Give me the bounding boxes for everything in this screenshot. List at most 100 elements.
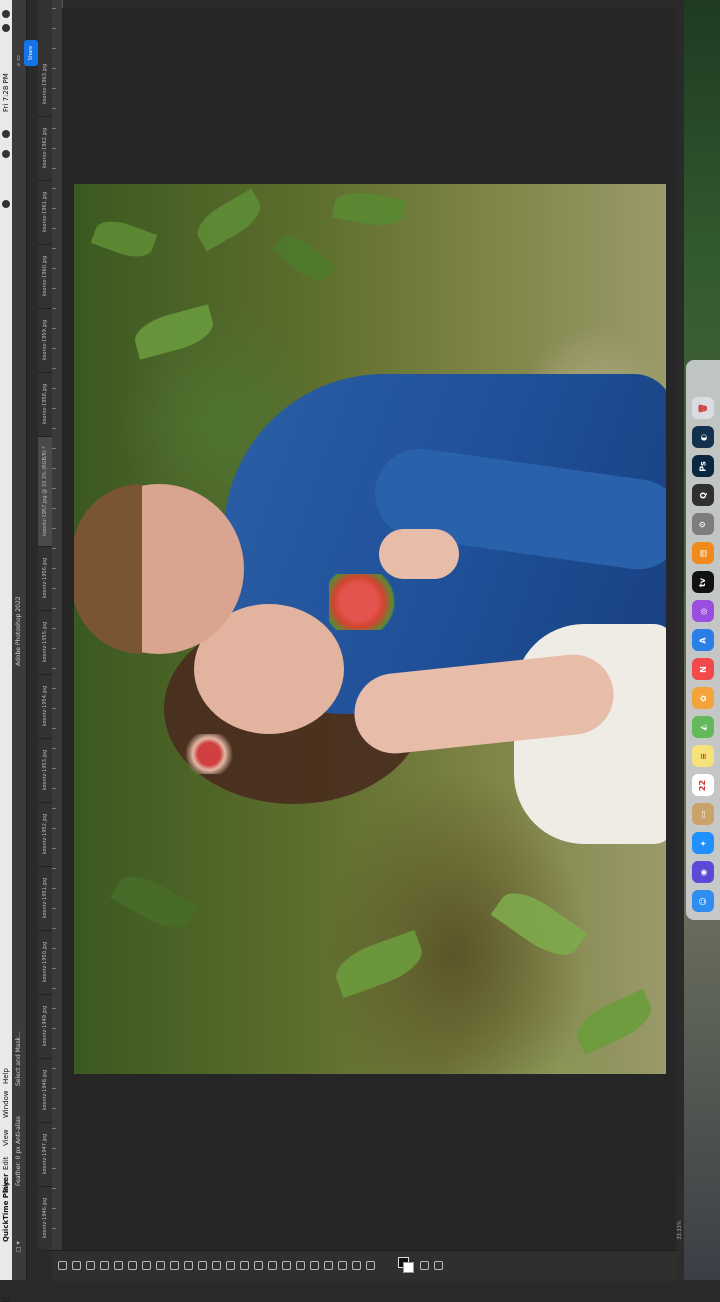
document-tab-label: koontz-1963.jpg (42, 63, 48, 105)
move-tool-icon[interactable] (58, 1261, 67, 1270)
ruler-tick (52, 948, 56, 949)
quick-mask-icon[interactable] (420, 1261, 429, 1270)
document-tab[interactable]: koontz-1959.jpg (38, 308, 52, 373)
screen-mode-icon[interactable] (434, 1261, 443, 1270)
zoom-tool-icon[interactable] (338, 1261, 347, 1270)
frame-tool-icon[interactable] (128, 1261, 137, 1270)
menubar-extra-icon[interactable] (2, 200, 10, 208)
ruler-tick (52, 748, 56, 749)
eraser-tool-icon[interactable] (212, 1261, 221, 1270)
news-icon[interactable]: N (692, 658, 714, 680)
document-tab[interactable]: koontz-1962.jpg (38, 116, 52, 181)
ruler-tick (52, 888, 56, 889)
wedding-photo[interactable] (74, 184, 666, 1074)
quicktime-icon[interactable]: Q (692, 484, 714, 506)
path-selection-tool-icon[interactable] (296, 1261, 305, 1270)
ruler-tick (52, 348, 56, 349)
gradient-tool-icon[interactable] (226, 1261, 235, 1270)
podcasts-icon[interactable]: ◎ (692, 600, 714, 622)
books-icon[interactable]: ▤ (692, 542, 714, 564)
safari-icon[interactable]: ✦ (692, 832, 714, 854)
hand-tool-icon[interactable] (324, 1261, 333, 1270)
ruler-tick (52, 508, 56, 509)
ruler-tick (52, 308, 56, 309)
document-tab[interactable]: koontz-1947.jpg (38, 1122, 52, 1187)
document-tab[interactable]: koontz-1955.jpg (38, 610, 52, 675)
system-preferences-icon[interactable]: ⚙ (692, 513, 714, 535)
ruler-tick (52, 8, 56, 9)
document-tab-bar: koontz-1946.jpg koontz-1947.jpg koontz-194… (38, 0, 53, 1251)
notes-pad-icon[interactable]: ≡ (692, 745, 714, 767)
siri-menubar-icon[interactable] (2, 24, 10, 32)
photos-icon[interactable]: ✿ (692, 687, 714, 709)
color-swatches[interactable] (398, 1257, 414, 1273)
document-tab[interactable]: koontz-1950.jpg (38, 930, 52, 995)
battery-icon[interactable] (2, 150, 10, 158)
ruler-tick (52, 1128, 56, 1129)
siri-icon[interactable]: ◉ (692, 861, 714, 883)
blur-tool-icon[interactable] (240, 1261, 249, 1270)
document-tab[interactable]: koontz-1963.jpg (38, 52, 52, 117)
dock-icon-glyph: ◭ (698, 723, 708, 731)
maps-icon[interactable]: ◭ (692, 716, 714, 738)
share-label: Share (28, 45, 34, 61)
finder-icon[interactable]: ☺ (692, 890, 714, 912)
document-tab[interactable]: koontz-1946.jpg (38, 1186, 52, 1251)
shape-tool-icon[interactable] (310, 1261, 319, 1270)
lightroom-icon[interactable]: ◐ (692, 426, 714, 448)
ruler-tick (52, 868, 56, 869)
foliage (90, 214, 158, 264)
pen-tool-icon[interactable] (268, 1261, 277, 1270)
ruler-tick (52, 768, 56, 769)
wifi-icon[interactable] (2, 130, 10, 138)
history-brush-tool-icon[interactable] (198, 1261, 207, 1270)
eyedropper-tool-icon[interactable] (142, 1261, 151, 1270)
control-center-icon[interactable] (2, 10, 10, 18)
dock-icon-glyph: ◎ (698, 607, 708, 615)
document-tab-label: koontz-1959.jpg (42, 319, 48, 361)
document-tab[interactable]: koontz-1948.jpg (38, 1058, 52, 1123)
document-tab[interactable]: koontz-1956.jpg (38, 546, 52, 611)
document-tab[interactable]: koontz-1954.jpg (38, 674, 52, 739)
ruler-tick (52, 88, 56, 89)
quick-select-tool-icon[interactable] (100, 1261, 109, 1270)
share-button[interactable]: Share (24, 40, 38, 66)
healing-brush-tool-icon[interactable] (156, 1261, 165, 1270)
menubar-clock[interactable]: Fri 7:28 PM (0, 20, 12, 112)
document-tab[interactable]: koontz-1949.jpg (38, 994, 52, 1059)
document-tab[interactable]: koontz-1958.jpg (38, 372, 52, 437)
document-tab[interactable]: koontz-1961.jpg (38, 180, 52, 245)
document-tab[interactable]: koontz-1952.jpg (38, 802, 52, 867)
document-tab[interactable]: koontz-1951.jpg (38, 866, 52, 931)
ruler-tick (52, 648, 56, 649)
marquee-tool-icon[interactable] (72, 1261, 81, 1270)
document-tab[interactable]: koontz-1953.jpg (38, 738, 52, 803)
brush-tool-icon[interactable] (170, 1261, 179, 1270)
calendar-icon[interactable]: 22 (692, 774, 714, 796)
app-store-icon[interactable]: A (692, 629, 714, 651)
notes-icon[interactable]: ▭ (692, 803, 714, 825)
ruler-tick (52, 1068, 56, 1069)
clone-stamp-tool-icon[interactable] (184, 1261, 193, 1270)
menu-help[interactable]: Help (0, 992, 12, 1084)
select-and-mask-button[interactable]: Select and Mask... (13, 986, 25, 1086)
photoshop-icon[interactable]: Ps (692, 455, 714, 477)
lasso-tool-icon[interactable] (86, 1261, 95, 1270)
type-tool-icon[interactable] (282, 1261, 291, 1270)
edit-toolbar-icon[interactable] (366, 1261, 375, 1270)
ruler-tick (52, 1148, 56, 1149)
document-tab[interactable]: koontz-1957.jpg @ 33.3% (RGB/8) * (38, 436, 52, 547)
more-tools-icon[interactable] (352, 1261, 361, 1270)
apple-tv-icon[interactable]: tv (692, 571, 714, 593)
ruler-tick (52, 988, 56, 989)
dodge-tool-icon[interactable] (254, 1261, 263, 1270)
crop-tool-icon[interactable] (114, 1261, 123, 1270)
trash-icon[interactable]: 🗑 (692, 397, 714, 419)
dock-icon-glyph: ☺ (698, 896, 708, 906)
document-tab-label: koontz-1951.jpg (42, 877, 48, 919)
background-color[interactable] (403, 1262, 414, 1273)
zoom-level[interactable]: 33.33% (677, 1220, 683, 1239)
foliage (130, 304, 218, 360)
document-tab[interactable]: koontz-1960.jpg (38, 244, 52, 309)
ruler-tick (52, 108, 56, 109)
